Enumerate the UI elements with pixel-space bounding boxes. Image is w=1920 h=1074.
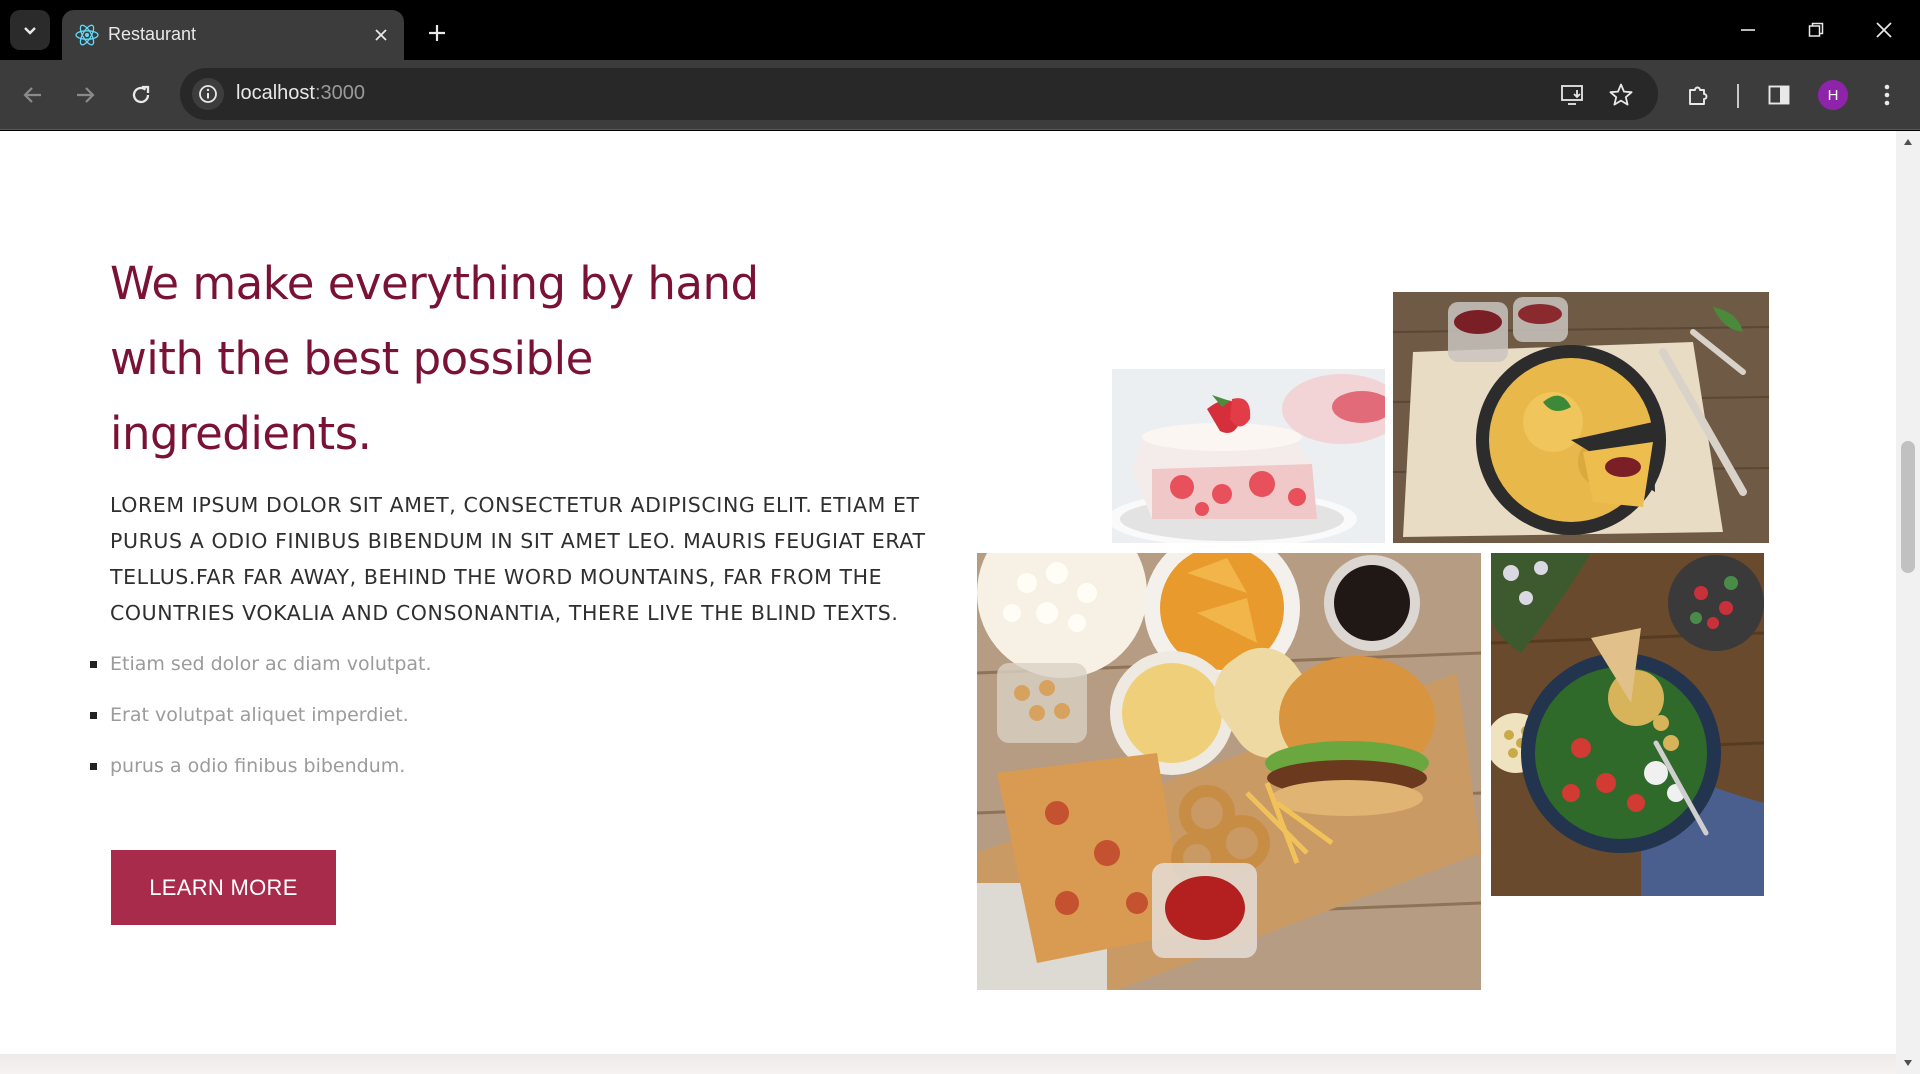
site-info-button[interactable] bbox=[192, 78, 224, 110]
toolbar-divider bbox=[1737, 84, 1739, 108]
cake-photo bbox=[1112, 369, 1385, 543]
forward-button[interactable] bbox=[66, 76, 104, 114]
bookmark-star-icon bbox=[1609, 83, 1633, 106]
about-heading: We make everything by hand with the best… bbox=[110, 257, 759, 460]
back-button[interactable] bbox=[14, 76, 52, 114]
feature-item: Etiam sed dolor ac diam volutpat. bbox=[90, 651, 432, 702]
close-icon bbox=[375, 29, 387, 41]
scroll-down-icon bbox=[1904, 1060, 1912, 1066]
reload-icon bbox=[132, 85, 150, 104]
window-close-icon bbox=[1876, 22, 1892, 38]
chevron-down-icon bbox=[24, 27, 36, 35]
url-host: localhost bbox=[236, 82, 315, 104]
side-panel-icon bbox=[1768, 85, 1790, 105]
address-bar[interactable]: localhost:3000 bbox=[180, 68, 1658, 120]
forward-icon bbox=[77, 87, 95, 103]
reload-button[interactable] bbox=[122, 76, 160, 114]
feature-list: Etiam sed dolor ac diam volutpat. Erat v… bbox=[90, 651, 432, 804]
profile-avatar[interactable]: H bbox=[1818, 80, 1848, 110]
minimize-button[interactable] bbox=[1728, 12, 1768, 48]
menu-dots-icon bbox=[1884, 84, 1890, 106]
restore-button[interactable] bbox=[1796, 12, 1836, 48]
tab-restaurant[interactable]: Restaurant bbox=[62, 10, 404, 60]
scroll-up-button[interactable] bbox=[1901, 135, 1915, 149]
page-viewport: We make everything by hand with the best… bbox=[0, 131, 1920, 1074]
site-info-icon bbox=[199, 85, 217, 103]
react-icon bbox=[75, 24, 99, 46]
feature-item: purus a odio finibus bibendum. bbox=[90, 753, 432, 804]
learn-more-button[interactable]: LEARN MORE bbox=[111, 850, 336, 925]
feature-item: Erat volutpat aliquet imperdiet. bbox=[90, 702, 432, 753]
extensions-button[interactable] bbox=[1680, 76, 1718, 114]
bookmark-button[interactable] bbox=[1606, 80, 1636, 110]
minimize-icon bbox=[1741, 29, 1755, 31]
install-app-icon bbox=[1561, 85, 1583, 105]
tab-list-button[interactable] bbox=[10, 10, 50, 50]
page-scrollbar[interactable] bbox=[1896, 131, 1920, 1074]
salad-photo bbox=[1491, 553, 1764, 896]
next-section-edge bbox=[0, 1054, 1896, 1074]
tab-close-button[interactable] bbox=[368, 22, 394, 48]
extensions-icon bbox=[1689, 86, 1708, 105]
fast-food-photo bbox=[977, 553, 1481, 990]
new-tab-icon bbox=[429, 25, 445, 41]
window-close-button[interactable] bbox=[1864, 12, 1904, 48]
new-tab-button[interactable] bbox=[420, 16, 454, 50]
url-text[interactable]: localhost:3000 bbox=[236, 82, 365, 105]
pie-photo bbox=[1393, 292, 1769, 543]
install-app-button[interactable] bbox=[1558, 80, 1588, 110]
url-port: :3000 bbox=[314, 82, 365, 104]
restore-icon bbox=[1808, 22, 1824, 37]
tab-title: Restaurant bbox=[108, 24, 197, 44]
side-panel-button[interactable] bbox=[1760, 76, 1798, 114]
scroll-down-button[interactable] bbox=[1901, 1056, 1915, 1070]
about-lead-text: Lorem ipsum dolor sit amet, consectetur … bbox=[110, 493, 926, 625]
browser-toolbar: localhost:3000 H bbox=[0, 60, 1920, 130]
tab-strip: Restaurant bbox=[0, 0, 1920, 60]
scroll-thumb[interactable] bbox=[1901, 441, 1915, 573]
scroll-up-icon bbox=[1904, 139, 1912, 145]
menu-button[interactable] bbox=[1868, 76, 1906, 114]
back-icon bbox=[23, 87, 41, 103]
